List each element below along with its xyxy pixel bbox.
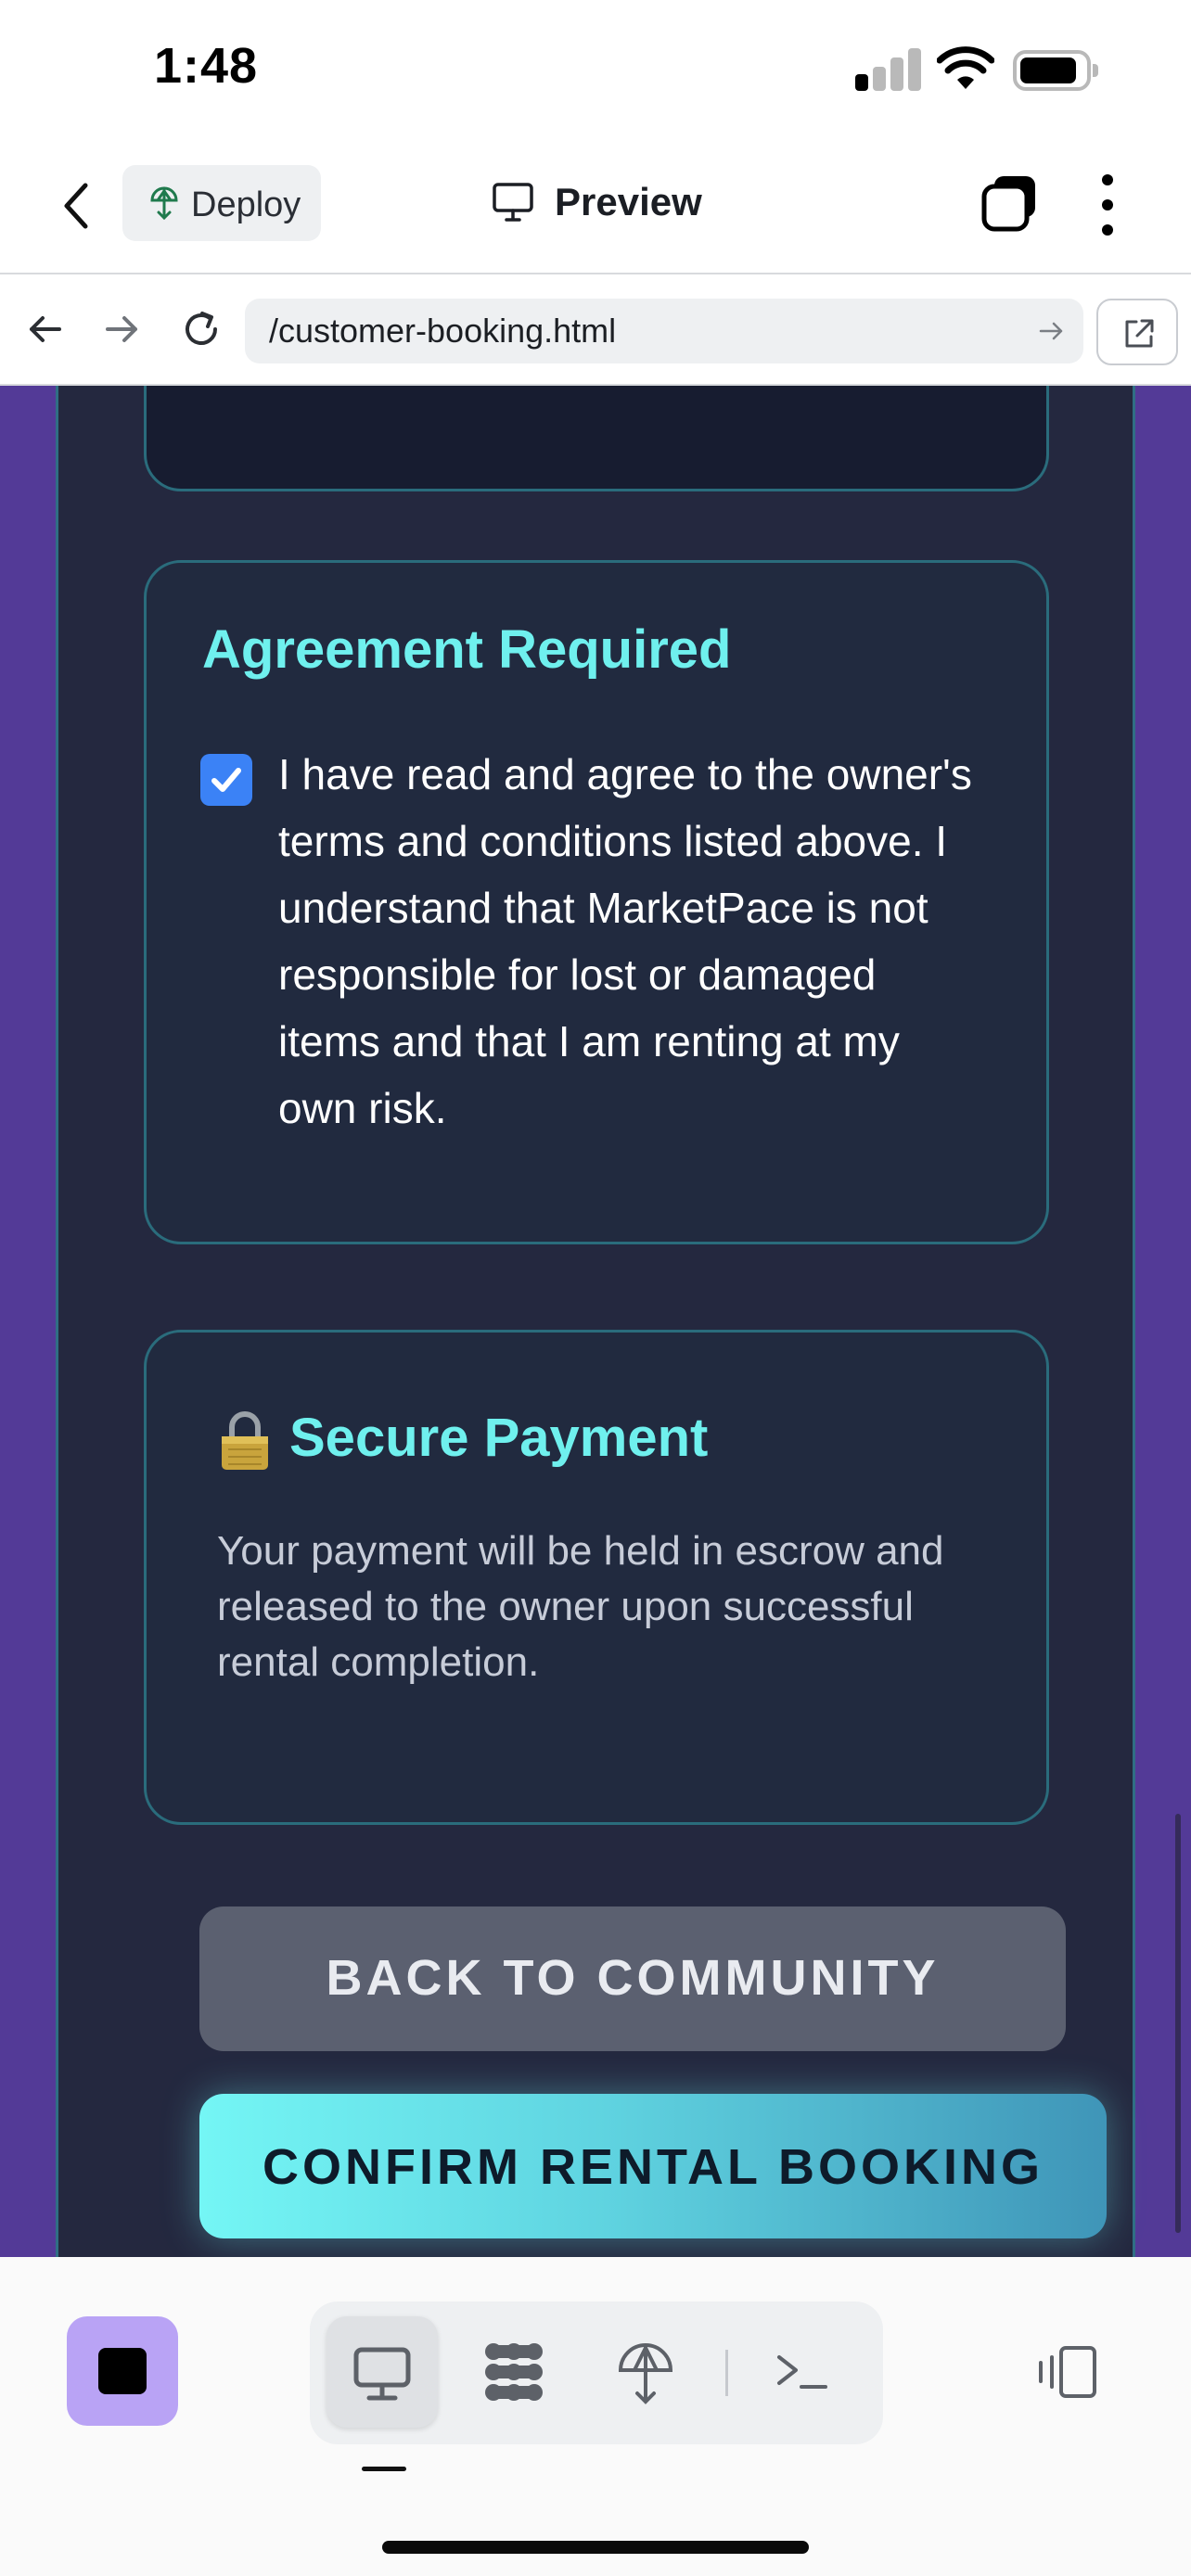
- url-text: /customer-booking.html: [269, 312, 617, 350]
- deploy-icon: [618, 2343, 673, 2404]
- deploy-button[interactable]: Deploy: [122, 165, 321, 241]
- secure-payment-text: Your payment will be held in escrow and …: [217, 1528, 944, 1685]
- back-to-community-button[interactable]: BACK TO COMMUNITY: [199, 1906, 1066, 2051]
- back-chevron-icon[interactable]: [56, 178, 100, 234]
- monitor-icon: [353, 2347, 411, 2401]
- status-time: 1:48: [154, 38, 259, 94]
- agreement-title: Agreement Required: [202, 619, 732, 680]
- preview-label: Preview: [555, 180, 702, 223]
- agreement-checkbox[interactable]: [200, 754, 252, 806]
- reload-icon[interactable]: [178, 306, 224, 352]
- home-indicator: [382, 2541, 809, 2554]
- cellular-signal-icon: [855, 46, 922, 91]
- back-to-community-label: BACK TO COMMUNITY: [326, 1950, 940, 2006]
- secure-payment-card: Secure Payment Your payment will be held…: [144, 1330, 1049, 1825]
- terminal-tab[interactable]: [748, 2316, 859, 2428]
- terminal-icon: [777, 2355, 827, 2389]
- secure-payment-title: Secure Payment: [289, 1408, 709, 1468]
- device-toggle-icon[interactable]: [1033, 2342, 1100, 2402]
- bottom-toolbar: [0, 2257, 1191, 2576]
- wifi-icon: [937, 46, 994, 89]
- stop-icon: [98, 2348, 147, 2394]
- monitor-icon: [493, 183, 533, 222]
- view-switcher: [310, 2302, 883, 2444]
- scrollbar-thumb[interactable]: [1175, 1814, 1181, 2233]
- confirm-rental-booking-label: CONFIRM RENTAL BOOKING: [263, 2139, 1044, 2195]
- external-link-icon: [1125, 319, 1154, 348]
- deploy-icon: [150, 186, 178, 221]
- confirm-rental-booking-button[interactable]: CONFIRM RENTAL BOOKING: [199, 2094, 1107, 2238]
- agreement-card: Agreement Required I have read and agree…: [144, 560, 1049, 1244]
- open-external-button[interactable]: [1096, 299, 1178, 365]
- more-menu-icon[interactable]: [1095, 172, 1121, 237]
- web-content: Agreement Required I have read and agree…: [0, 386, 1191, 2257]
- nav-back-icon[interactable]: [22, 306, 69, 352]
- terms-card: [144, 386, 1049, 491]
- tabs-icon[interactable]: [980, 172, 1041, 234]
- booking-panel: Agreement Required I have read and agree…: [56, 386, 1135, 2257]
- go-arrow-icon[interactable]: [1037, 317, 1065, 345]
- toolbar-divider: [725, 2350, 728, 2396]
- monitor-tab[interactable]: [327, 2316, 438, 2428]
- checkmark-icon: [211, 768, 241, 792]
- browser-url-bar: /customer-booking.html: [0, 273, 1191, 386]
- nav-forward-icon[interactable]: [98, 306, 145, 352]
- apps-tab[interactable]: [458, 2316, 570, 2428]
- deploy-tab[interactable]: [590, 2316, 701, 2428]
- stop-button[interactable]: [67, 2316, 178, 2426]
- lock-icon: [222, 1411, 268, 1470]
- status-bar: 1:48: [0, 0, 1191, 139]
- battery-icon: [1013, 50, 1098, 91]
- deploy-label: Deploy: [191, 185, 301, 224]
- agreement-text: I have read and agree to the owner's ter…: [278, 750, 972, 1132]
- apps-icon: [485, 2343, 543, 2401]
- active-tab-indicator: [362, 2467, 406, 2471]
- url-input[interactable]: /customer-booking.html: [245, 299, 1083, 363]
- app-header: Deploy Preview: [0, 139, 1191, 273]
